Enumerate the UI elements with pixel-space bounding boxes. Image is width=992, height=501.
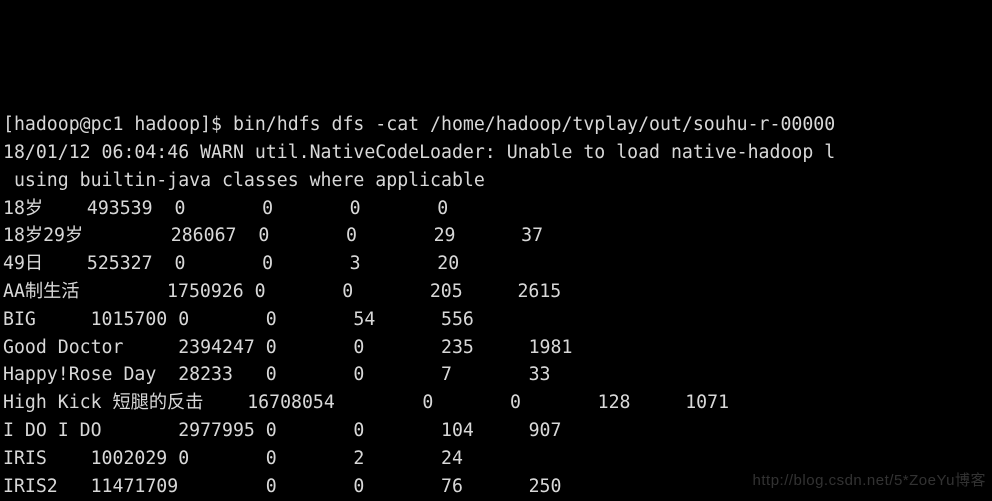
data-row: 49日 525327 0 0 3 20 — [3, 250, 989, 278]
data-row: High Kick 短腿的反击 16708054 0 0 128 1071 — [3, 389, 989, 417]
data-row: BIG 1015700 0 0 54 556 — [3, 306, 989, 334]
data-row: 18岁 493539 0 0 0 0 — [3, 195, 989, 223]
typed-command: bin/hdfs dfs -cat /home/hadoop/tvplay/ou… — [233, 114, 835, 135]
data-row: AA制生活 1750926 0 0 205 2615 — [3, 278, 989, 306]
data-row: Good Doctor 2394247 0 0 235 1981 — [3, 334, 989, 362]
data-row: I DO I DO 2977995 0 0 104 907 — [3, 417, 989, 445]
shell-prompt: [hadoop@pc1 hadoop]$ — [3, 114, 233, 135]
data-row: IRIS2 11471709 0 0 76 250 — [3, 473, 989, 501]
warn-line-1: 18/01/12 06:04:46 WARN util.NativeCodeLo… — [3, 139, 989, 167]
data-row: IRIS 1002029 0 0 2 24 — [3, 445, 989, 473]
data-row: Happy!Rose Day 28233 0 0 7 33 — [3, 361, 989, 389]
terminal-output[interactable]: [hadoop@pc1 hadoop]$ bin/hdfs dfs -cat /… — [0, 111, 992, 501]
command-line: [hadoop@pc1 hadoop]$ bin/hdfs dfs -cat /… — [3, 111, 989, 139]
data-row: 18岁29岁 286067 0 0 29 37 — [3, 222, 989, 250]
warn-line-2: using builtin-java classes where applica… — [3, 167, 989, 195]
